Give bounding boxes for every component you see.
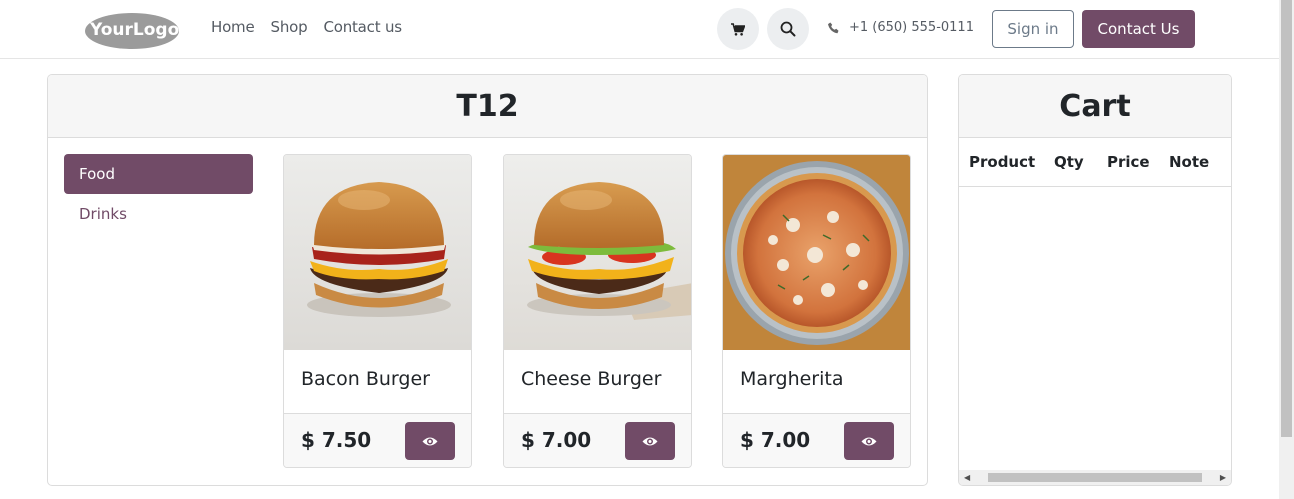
page-scrollbar-thumb[interactable] [1281,0,1292,437]
cart-title: Cart [1059,88,1131,124]
search-icon [780,21,796,37]
scroll-left-icon[interactable]: ◀ [964,473,970,482]
product-card[interactable]: Bacon Burger $ 7.50 [283,154,472,468]
nav-home[interactable]: Home [211,18,255,36]
column-qty: Qty [1054,153,1084,171]
product-footer: $ 7.50 [284,414,471,467]
cart-button[interactable] [717,8,759,50]
cart-icon [731,22,745,36]
column-product: Product [969,153,1036,171]
phone-icon [828,22,839,33]
menu-panel-header: T12 [48,75,927,138]
product-footer: $ 7.00 [723,414,910,467]
cart-scrollbar-thumb[interactable] [988,473,1202,482]
product-price: $ 7.00 [521,428,592,452]
view-product-button[interactable] [844,422,894,460]
cart-table-header: Product Qty Price Note [959,138,1231,187]
logo[interactable]: YourLogo [84,10,180,50]
product-image-cheese-burger[interactable] [504,155,691,350]
table-title: T12 [456,88,519,124]
nav-contact-us[interactable]: Contact us [323,18,402,36]
cart-horizontal-scrollbar[interactable]: ◀ ▶ [959,470,1231,485]
product-name: Margherita [723,350,910,414]
search-button[interactable] [767,8,809,50]
sign-in-button[interactable]: Sign in [992,10,1074,48]
phone-link[interactable]: +1 (650) 555-0111 [828,20,974,35]
product-image-bacon-burger[interactable] [284,155,471,350]
view-product-button[interactable] [625,422,675,460]
product-price: $ 7.50 [301,428,372,452]
product-image-pizza[interactable] [723,155,910,350]
category-food[interactable]: Food [64,154,253,194]
product-card[interactable]: Margherita $ 7.00 [722,154,911,468]
column-price: Price [1107,153,1150,171]
category-drinks[interactable]: Drinks [64,194,253,234]
product-name: Bacon Burger [284,350,471,414]
logo-text: YourLogo [89,20,179,40]
product-footer: $ 7.00 [504,414,691,467]
eye-icon [861,437,877,445]
eye-icon [422,437,438,445]
phone-number: +1 (650) 555-0111 [849,20,974,35]
site-header: YourLogo Home Shop Contact us +1 (650) 5… [0,0,1279,59]
category-list: Food Drinks [64,154,253,234]
page-scrollbar[interactable] [1279,0,1294,499]
menu-panel: T12 Food Drinks Bacon Burger $ 7.50 Chee… [47,74,928,486]
cart-header: Cart [959,75,1231,138]
contact-us-button[interactable]: Contact Us [1082,10,1195,48]
cart-panel: Cart Product Qty Price Note ◀ ▶ [958,74,1232,486]
scroll-right-icon[interactable]: ▶ [1220,473,1226,482]
column-note: Note [1169,153,1210,171]
main-nav: Home Shop Contact us [211,18,402,36]
product-price: $ 7.00 [740,428,811,452]
product-name: Cheese Burger [504,350,691,414]
product-card[interactable]: Cheese Burger $ 7.00 [503,154,692,468]
eye-icon [642,437,658,445]
view-product-button[interactable] [405,422,455,460]
nav-shop[interactable]: Shop [271,18,308,36]
